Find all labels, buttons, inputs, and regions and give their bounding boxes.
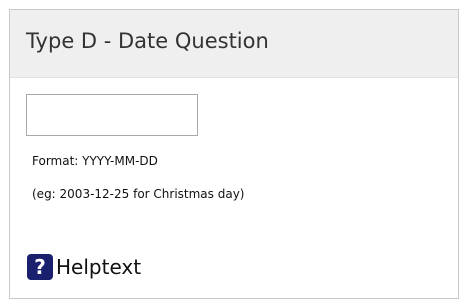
question-title: Type D - Date Question (26, 29, 269, 53)
date-question-card: Type D - Date Question Format: YYYY-MM-D… (9, 9, 459, 299)
date-input[interactable] (26, 94, 198, 136)
helptext-label[interactable]: Helptext (56, 255, 141, 279)
format-hint: Format: YYYY-MM-DD (32, 154, 158, 168)
example-hint: (eg: 2003-12-25 for Christmas day) (32, 187, 245, 201)
helptext-link[interactable]: ? Helptext (27, 252, 141, 282)
question-header: Type D - Date Question (10, 10, 458, 78)
help-question-icon[interactable]: ? (27, 254, 53, 280)
